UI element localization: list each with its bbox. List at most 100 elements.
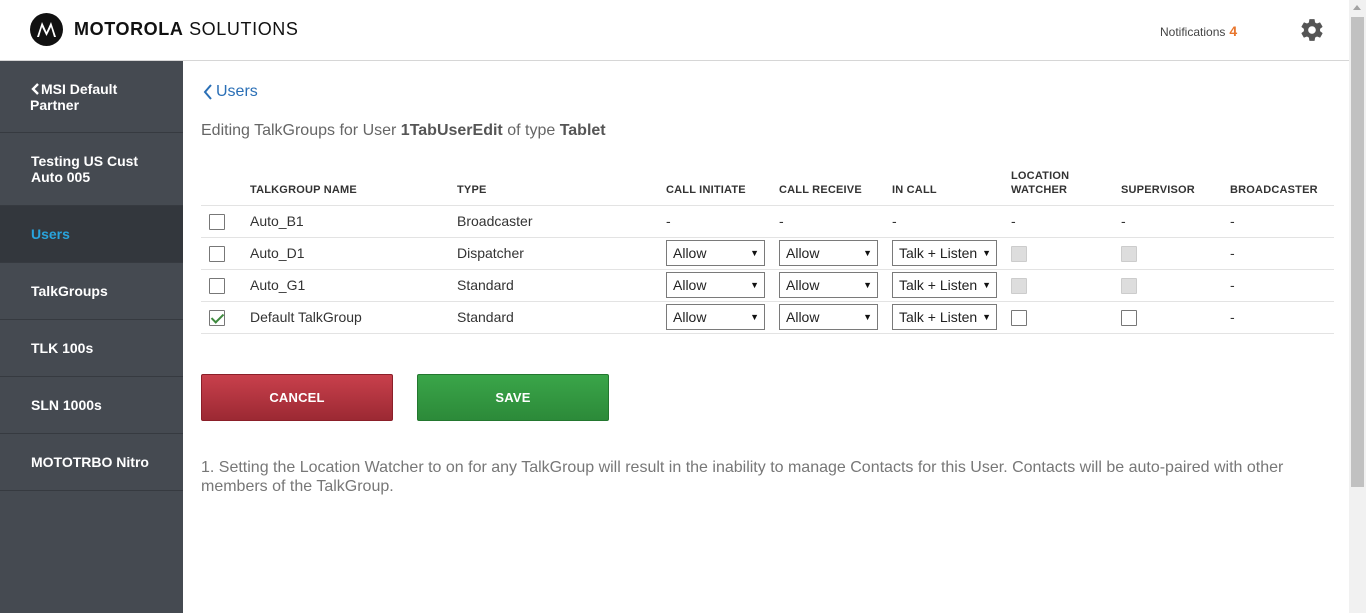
- row-select-checkbox[interactable]: [209, 245, 225, 262]
- brand-name: MOTOROLA SOLUTIONS: [74, 19, 299, 40]
- sidebar-item-label: Users: [31, 226, 70, 242]
- call-initiate-select[interactable]: Allow ▼: [666, 304, 765, 330]
- chevron-left-icon: [31, 83, 39, 95]
- supervisor-value: -: [1121, 205, 1230, 238]
- talkgroup-name: Auto_D1: [250, 237, 457, 270]
- top-bar: MOTOROLA SOLUTIONS Notifications 4: [0, 0, 1366, 61]
- user-name: 1TabUserEdit: [400, 122, 503, 139]
- notifications-label: Notifications: [1160, 25, 1226, 39]
- sidebar: MSI Default Partner Testing US Cust Auto…: [0, 61, 183, 613]
- dropdown-arrow-icon: ▼: [863, 280, 872, 290]
- sidebar-item-talkgroups[interactable]: TalkGroups: [0, 263, 183, 320]
- broadcaster-value: -: [1230, 237, 1334, 270]
- dropdown-arrow-icon: ▼: [982, 280, 991, 290]
- row-select-checkbox[interactable]: [209, 309, 225, 326]
- dropdown-arrow-icon: ▼: [982, 248, 991, 258]
- dropdown-arrow-icon: ▼: [863, 312, 872, 322]
- select-value: Allow: [673, 245, 707, 261]
- supervisor-checkbox[interactable]: [1121, 309, 1137, 326]
- heading-mid: of type: [507, 122, 556, 139]
- row-select-checkbox[interactable]: [209, 213, 225, 230]
- notifications-link[interactable]: Notifications 4: [1160, 23, 1237, 39]
- column-header-location-watcher: LOCATION WATCHER: [1011, 166, 1121, 206]
- location-watcher-checkbox[interactable]: [1011, 309, 1027, 326]
- sidebar-item-customer[interactable]: Testing US Cust Auto 005: [0, 133, 183, 206]
- select-value: Allow: [786, 245, 820, 261]
- supervisor-checkbox: [1121, 277, 1137, 294]
- in-call-select[interactable]: Talk + Listen ▼: [892, 240, 997, 266]
- page-scrollbar[interactable]: [1349, 0, 1366, 613]
- location-watcher-value: -: [1011, 205, 1121, 238]
- sidebar-back-label: MSI Default Partner: [30, 80, 118, 113]
- talkgroups-table: TALKGROUP NAME TYPE CALL INITIATE CALL R…: [201, 166, 1334, 334]
- call-receive-select[interactable]: Allow ▼: [779, 304, 878, 330]
- save-button[interactable]: SAVE: [417, 374, 609, 421]
- broadcaster-value: -: [1230, 205, 1334, 238]
- table-row: Auto_B1 Broadcaster - - - - - -: [201, 205, 1334, 238]
- in-call-value: -: [892, 205, 1011, 238]
- user-type: Tablet: [559, 122, 606, 139]
- dropdown-arrow-icon: ▼: [750, 248, 759, 258]
- chevron-left-icon: [203, 84, 212, 100]
- page-title: Editing TalkGroups for User 1TabUserEdit…: [201, 122, 606, 140]
- location-watcher-checkbox: [1011, 277, 1027, 294]
- gear-icon[interactable]: [1299, 17, 1325, 43]
- notifications-count: 4: [1229, 23, 1238, 39]
- motorola-logo-icon[interactable]: [30, 13, 63, 46]
- select-value: Allow: [786, 277, 820, 293]
- select-value: Talk + Listen: [899, 309, 978, 325]
- select-value: Allow: [673, 277, 707, 293]
- heading-prefix: Editing TalkGroups for User: [201, 122, 397, 139]
- call-initiate-select[interactable]: Allow ▼: [666, 240, 765, 266]
- column-header-in-call: IN CALL: [892, 166, 1011, 206]
- sidebar-item-label: SLN 1000s: [31, 397, 102, 413]
- dropdown-arrow-icon: ▼: [750, 312, 759, 322]
- talkgroup-type: Broadcaster: [457, 205, 666, 238]
- talkgroup-type: Standard: [457, 301, 666, 334]
- talkgroup-name: Auto_B1: [250, 205, 457, 238]
- sidebar-back-partner[interactable]: MSI Default Partner: [0, 61, 183, 133]
- select-value: Allow: [786, 309, 820, 325]
- table-header-row: TALKGROUP NAME TYPE CALL INITIATE CALL R…: [201, 166, 1334, 206]
- select-column-header: [201, 166, 250, 206]
- column-header-call-receive: CALL RECEIVE: [779, 166, 892, 206]
- dropdown-arrow-icon: ▼: [750, 280, 759, 290]
- table-row: Auto_D1 Dispatcher Allow ▼ Allow ▼ Talk + …: [201, 237, 1334, 270]
- talkgroup-name: Auto_G1: [250, 269, 457, 302]
- sidebar-item-sln-1000s[interactable]: SLN 1000s: [0, 377, 183, 434]
- call-receive-select[interactable]: Allow ▼: [779, 240, 878, 266]
- sidebar-item-users[interactable]: Users: [0, 206, 183, 263]
- location-watcher-header-text: LOCATION WATCHER: [1011, 169, 1070, 196]
- back-link-label: Users: [216, 83, 258, 100]
- back-to-users-link[interactable]: Users: [203, 83, 258, 101]
- sidebar-item-label: MOTOTRBO Nitro: [31, 454, 149, 470]
- broadcaster-value: -: [1230, 301, 1334, 334]
- talkgroup-type: Dispatcher: [457, 237, 666, 270]
- dropdown-arrow-icon: ▼: [982, 312, 991, 322]
- in-call-select[interactable]: Talk + Listen ▼: [892, 272, 997, 298]
- column-header-type: TYPE: [457, 166, 666, 206]
- call-initiate-value: -: [666, 205, 779, 238]
- row-select-checkbox[interactable]: [209, 277, 225, 294]
- talkgroup-name: Default TalkGroup: [250, 301, 457, 334]
- brand-light: SOLUTIONS: [189, 19, 299, 39]
- sidebar-item-mototrbo-nitro[interactable]: MOTOTRBO Nitro: [0, 434, 183, 491]
- table-row: Auto_G1 Standard Allow ▼ Allow ▼ Talk + Li…: [201, 269, 1334, 302]
- location-watcher-note: 1. Setting the Location Watcher to on fo…: [201, 459, 1284, 495]
- scrollbar-thumb[interactable]: [1351, 17, 1364, 487]
- brand-bold: MOTOROLA: [74, 19, 184, 39]
- column-header-call-initiate: CALL INITIATE: [666, 166, 779, 206]
- sidebar-item-tlk-100s[interactable]: TLK 100s: [0, 320, 183, 377]
- in-call-select[interactable]: Talk + Listen ▼: [892, 304, 997, 330]
- call-receive-select[interactable]: Allow ▼: [779, 272, 878, 298]
- column-header-name: TALKGROUP NAME: [250, 166, 457, 206]
- scroll-up-arrow-icon[interactable]: [1353, 5, 1361, 10]
- column-header-broadcaster: BROADCASTER: [1230, 166, 1334, 206]
- column-header-supervisor: SUPERVISOR: [1121, 166, 1230, 206]
- cancel-button[interactable]: CANCEL: [201, 374, 393, 421]
- select-value: Allow: [673, 309, 707, 325]
- supervisor-checkbox: [1121, 245, 1137, 262]
- talkgroup-type: Standard: [457, 269, 666, 302]
- call-initiate-select[interactable]: Allow ▼: [666, 272, 765, 298]
- location-watcher-checkbox: [1011, 245, 1027, 262]
